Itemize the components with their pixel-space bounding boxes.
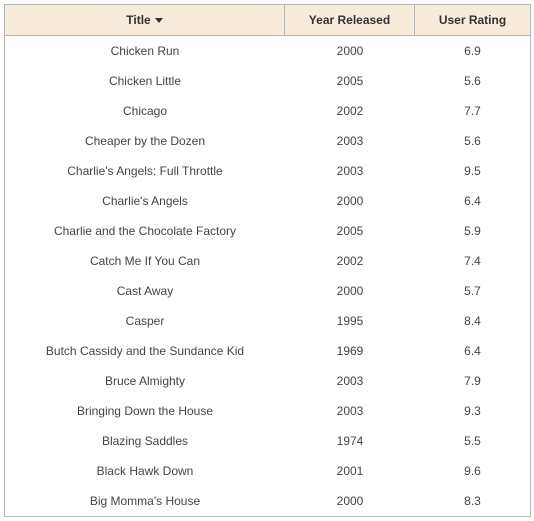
cell-year: 2000	[285, 494, 415, 508]
cell-rating: 5.6	[415, 74, 530, 88]
cell-title: Cast Away	[5, 284, 285, 298]
cell-rating: 9.5	[415, 164, 530, 178]
cell-title: Chicken Run	[5, 44, 285, 58]
cell-year: 2003	[285, 374, 415, 388]
table-row: Charlie's Angels: Full Throttle20039.5	[5, 156, 530, 186]
cell-year: 1995	[285, 314, 415, 328]
table-row: Big Momma's House20008.3	[5, 486, 530, 516]
table-row: Butch Cassidy and the Sundance Kid19696.…	[5, 336, 530, 366]
table-row: Charlie's Angels20006.4	[5, 186, 530, 216]
cell-title: Charlie and the Chocolate Factory	[5, 224, 285, 238]
cell-title: Cheaper by the Dozen	[5, 134, 285, 148]
cell-title: Bruce Almighty	[5, 374, 285, 388]
cell-rating: 5.6	[415, 134, 530, 148]
movies-table: Title Year Released User Rating Chicken …	[4, 4, 531, 517]
column-header-year[interactable]: Year Released	[285, 5, 415, 35]
column-header-rating-label: User Rating	[439, 13, 506, 27]
cell-year: 2003	[285, 404, 415, 418]
cell-rating: 8.4	[415, 314, 530, 328]
cell-year: 2005	[285, 74, 415, 88]
cell-title: Chicken Little	[5, 74, 285, 88]
column-header-rating[interactable]: User Rating	[415, 5, 530, 35]
cell-rating: 5.5	[415, 434, 530, 448]
cell-rating: 6.4	[415, 194, 530, 208]
cell-title: Catch Me If You Can	[5, 254, 285, 268]
cell-year: 2000	[285, 284, 415, 298]
cell-title: Charlie's Angels	[5, 194, 285, 208]
table-row: Blazing Saddles19745.5	[5, 426, 530, 456]
cell-year: 2002	[285, 104, 415, 118]
cell-year: 2003	[285, 134, 415, 148]
cell-year: 2002	[285, 254, 415, 268]
table-row: Chicken Run20006.9	[5, 36, 530, 66]
cell-year: 2003	[285, 164, 415, 178]
cell-title: Chicago	[5, 104, 285, 118]
cell-title: Butch Cassidy and the Sundance Kid	[5, 344, 285, 358]
cell-rating: 5.9	[415, 224, 530, 238]
cell-year: 2000	[285, 194, 415, 208]
table-row: Catch Me If You Can20027.4	[5, 246, 530, 276]
table-row: Bringing Down the House20039.3	[5, 396, 530, 426]
table-row: Chicago20027.7	[5, 96, 530, 126]
sort-desc-icon	[155, 18, 163, 23]
cell-rating: 5.7	[415, 284, 530, 298]
table-header-row: Title Year Released User Rating	[5, 5, 530, 36]
column-header-year-label: Year Released	[309, 13, 390, 27]
cell-title: Charlie's Angels: Full Throttle	[5, 164, 285, 178]
cell-rating: 8.3	[415, 494, 530, 508]
cell-rating: 6.9	[415, 44, 530, 58]
cell-year: 1969	[285, 344, 415, 358]
table-row: Black Hawk Down20019.6	[5, 456, 530, 486]
cell-rating: 9.3	[415, 404, 530, 418]
table-row: Casper19958.4	[5, 306, 530, 336]
table-row: Cast Away20005.7	[5, 276, 530, 306]
cell-title: Bringing Down the House	[5, 404, 285, 418]
cell-year: 2000	[285, 44, 415, 58]
cell-title: Black Hawk Down	[5, 464, 285, 478]
cell-title: Casper	[5, 314, 285, 328]
cell-rating: 7.7	[415, 104, 530, 118]
table-row: Charlie and the Chocolate Factory20055.9	[5, 216, 530, 246]
cell-title: Big Momma's House	[5, 494, 285, 508]
cell-rating: 9.6	[415, 464, 530, 478]
table-row: Cheaper by the Dozen20035.6	[5, 126, 530, 156]
cell-year: 1974	[285, 434, 415, 448]
table-body: Chicken Run20006.9Chicken Little20055.6C…	[5, 36, 530, 516]
cell-year: 2001	[285, 464, 415, 478]
column-header-title[interactable]: Title	[5, 5, 285, 35]
column-header-title-label: Title	[126, 13, 150, 27]
cell-year: 2005	[285, 224, 415, 238]
cell-rating: 6.4	[415, 344, 530, 358]
cell-rating: 7.9	[415, 374, 530, 388]
table-row: Bruce Almighty20037.9	[5, 366, 530, 396]
cell-rating: 7.4	[415, 254, 530, 268]
cell-title: Blazing Saddles	[5, 434, 285, 448]
table-row: Chicken Little20055.6	[5, 66, 530, 96]
